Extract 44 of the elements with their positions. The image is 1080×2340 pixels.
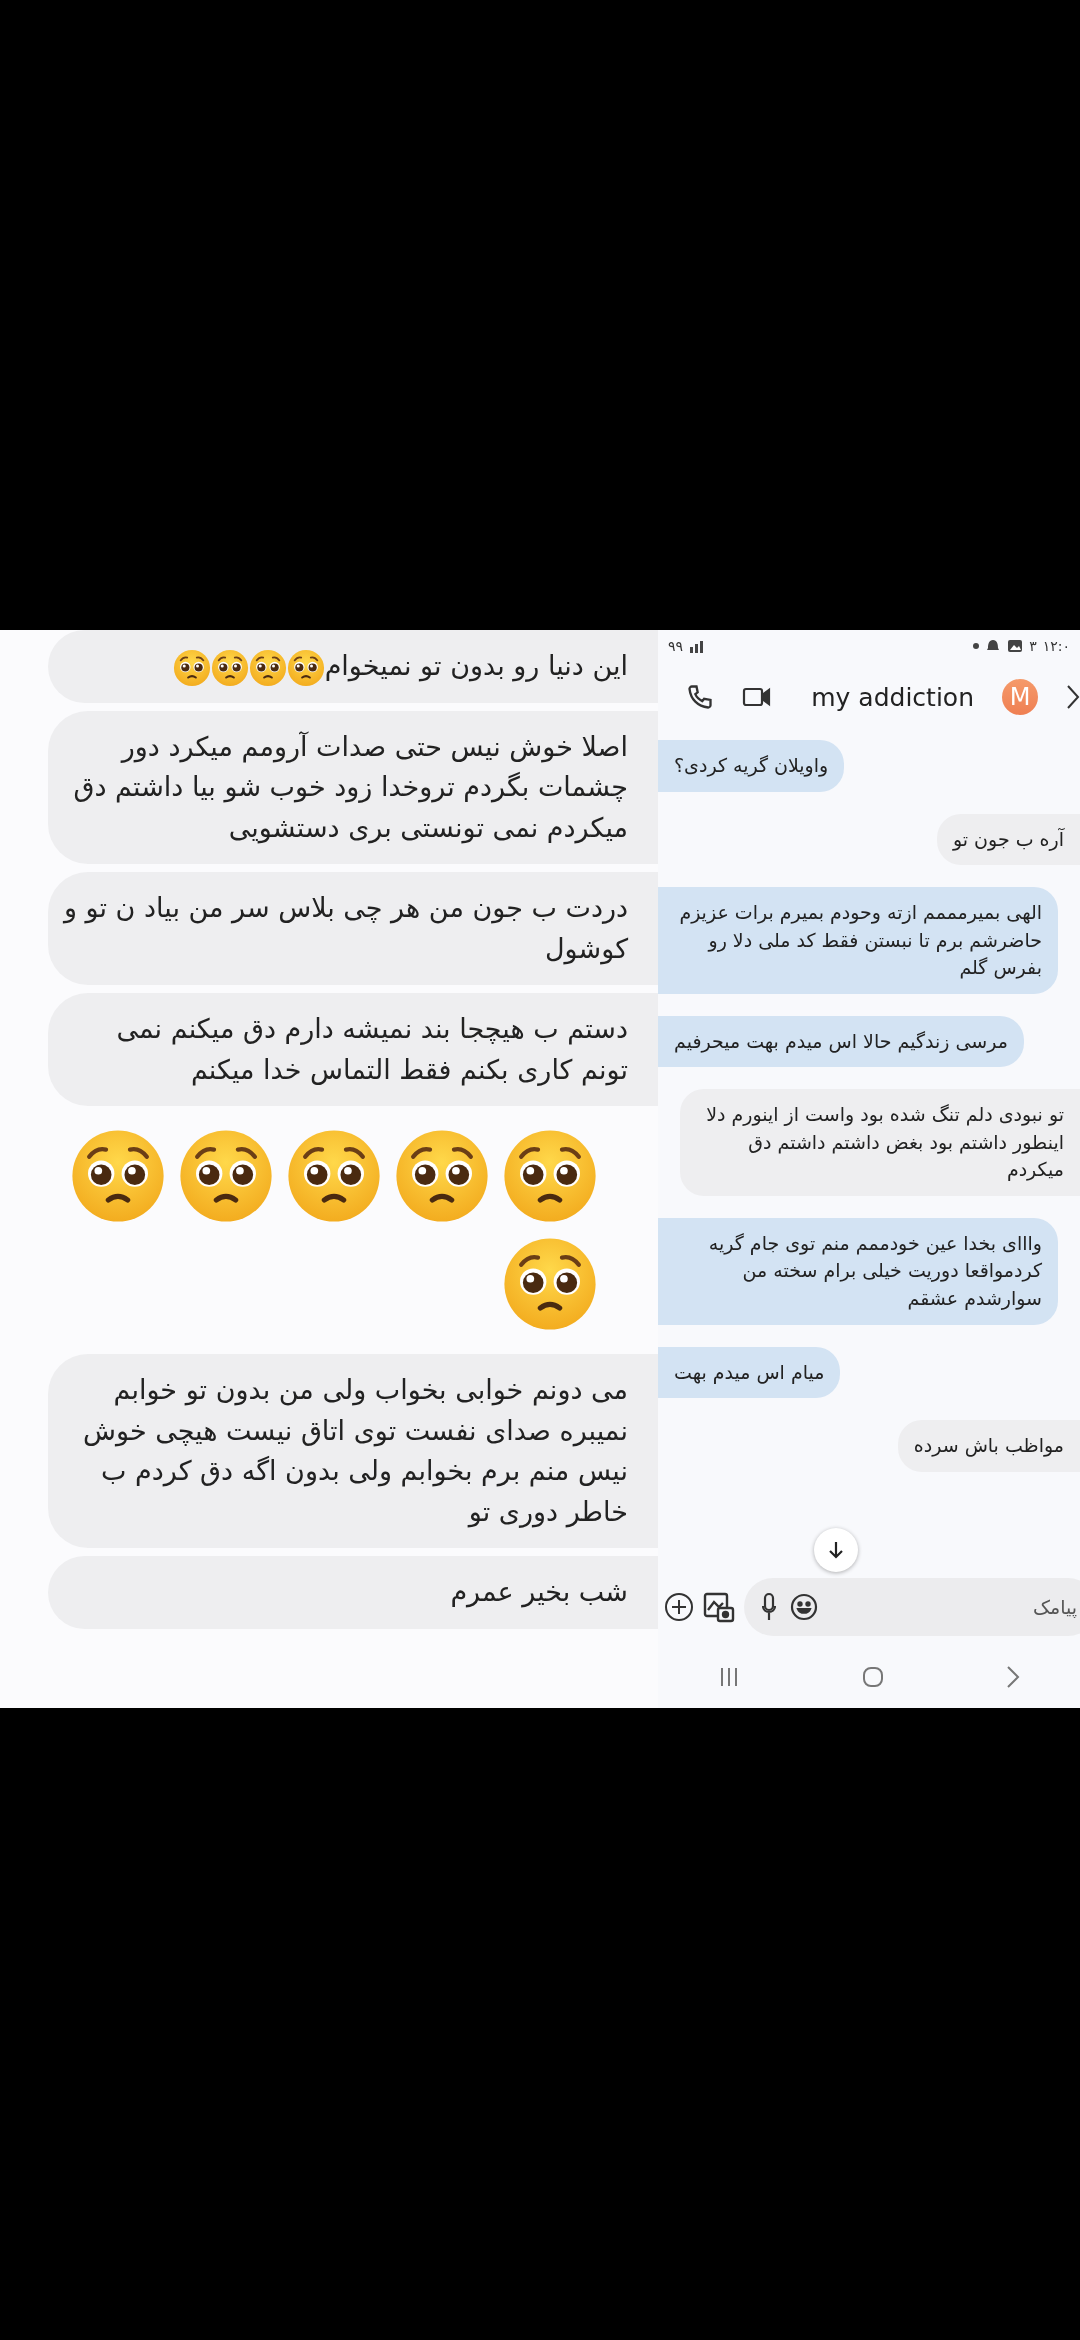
smiley-icon[interactable]: [790, 1593, 818, 1621]
message-bubble: مرسی زندگیم حالا اس میدم بهت میحرفیم: [658, 1015, 1024, 1068]
message-bubble: واویلان گریه کردی؟: [658, 740, 845, 792]
pleading-face-icon: [70, 1128, 166, 1224]
message-bubble: آره ب جون تو: [936, 813, 1080, 866]
pleading-face-icon: [210, 648, 249, 687]
message-bubble: این دنیا رو بدون تو نمیخوام: [48, 630, 658, 703]
message-bubble: اصلا خوش نیس حتی صدات آرومم میکرد دور چشمات بگردم تروخدا زود خوب شو بیا داشتم دق میکردم نمی تونستی بری دستشویی: [48, 710, 658, 864]
pleading-face-icon: [502, 1128, 598, 1224]
microphone-icon[interactable]: [762, 1592, 776, 1622]
message-bubble: مواظب باش سرده: [897, 1420, 1080, 1472]
pleading-face-icon: [394, 1128, 490, 1224]
back-icon[interactable]: [1005, 1665, 1020, 1689]
clock: ۱۲:۰: [1042, 638, 1070, 654]
chevron-icon[interactable]: [1066, 684, 1080, 710]
message-bubble: تو نبودی دلم تنگ شده بود واست از اینورم دلا اینطور داشتم بود بغض داشتم داشتم دق میکردم: [680, 1089, 1080, 1196]
video-camera-icon[interactable]: [742, 685, 772, 709]
message-bubble: الهی بمیرمممم ازته وحودم بمیرم برات عزیزم حاضرشم برم تا نبستن فقط کد ملی دلا رو بفرس گلم: [658, 887, 1058, 994]
pleading-face-icon: [502, 1236, 598, 1332]
scroll-down-button[interactable]: [814, 1528, 858, 1572]
message-bubble: دردت ب جون من هر چی بلاس سر من بیاد ن تو و کوشول: [48, 872, 658, 985]
pleading-face-icon: [286, 1128, 382, 1224]
phone-icon[interactable]: [686, 683, 714, 711]
dot-icon: [973, 643, 980, 649]
message-input[interactable]: پیامک: [832, 1595, 1079, 1619]
battery-level: ۹۹: [668, 638, 684, 654]
message-bubble: شب بخیر عمرم: [48, 1556, 658, 1629]
plus-icon[interactable]: [664, 1592, 694, 1622]
arrow-down-icon: [827, 1540, 845, 1560]
pleading-face-icon: [172, 648, 211, 687]
notification-count: ۳: [1029, 638, 1037, 654]
contact-name: my addiction: [811, 682, 974, 712]
pleading-face-icon: [248, 648, 287, 687]
message-bubble: دستم ب هیچجا بند نمیشه دارم دق میکنم نمی تونم کاری بکنم فقط التماس خدا میکنم: [48, 993, 658, 1106]
message-bubble: میام اس میدم بهت: [658, 1346, 841, 1399]
message-bubble: می دونم خوابی بخواب ولی من بدون تو خوابم نمیبره صدای نفست توی اتاق نیست هیچی خوش نیس منم برم بخوابم ولی بدون اگه دق کردم ب خاطر دوری تو: [48, 1354, 658, 1548]
home-icon[interactable]: [861, 1665, 885, 1689]
avatar[interactable]: M: [1002, 679, 1038, 715]
message-field[interactable]: پیامک: [744, 1578, 1080, 1636]
pleading-face-icon: [178, 1128, 274, 1224]
image-icon: [1007, 638, 1024, 654]
message-bubble: وااای بخدا عین خودممم منم توی جام گریه کردمواقعا دوریت خیلی برام سخته من سوارشدم عشقم: [658, 1217, 1058, 1325]
gallery-icon[interactable]: [702, 1590, 736, 1624]
pleading-face-icon: [286, 648, 325, 687]
